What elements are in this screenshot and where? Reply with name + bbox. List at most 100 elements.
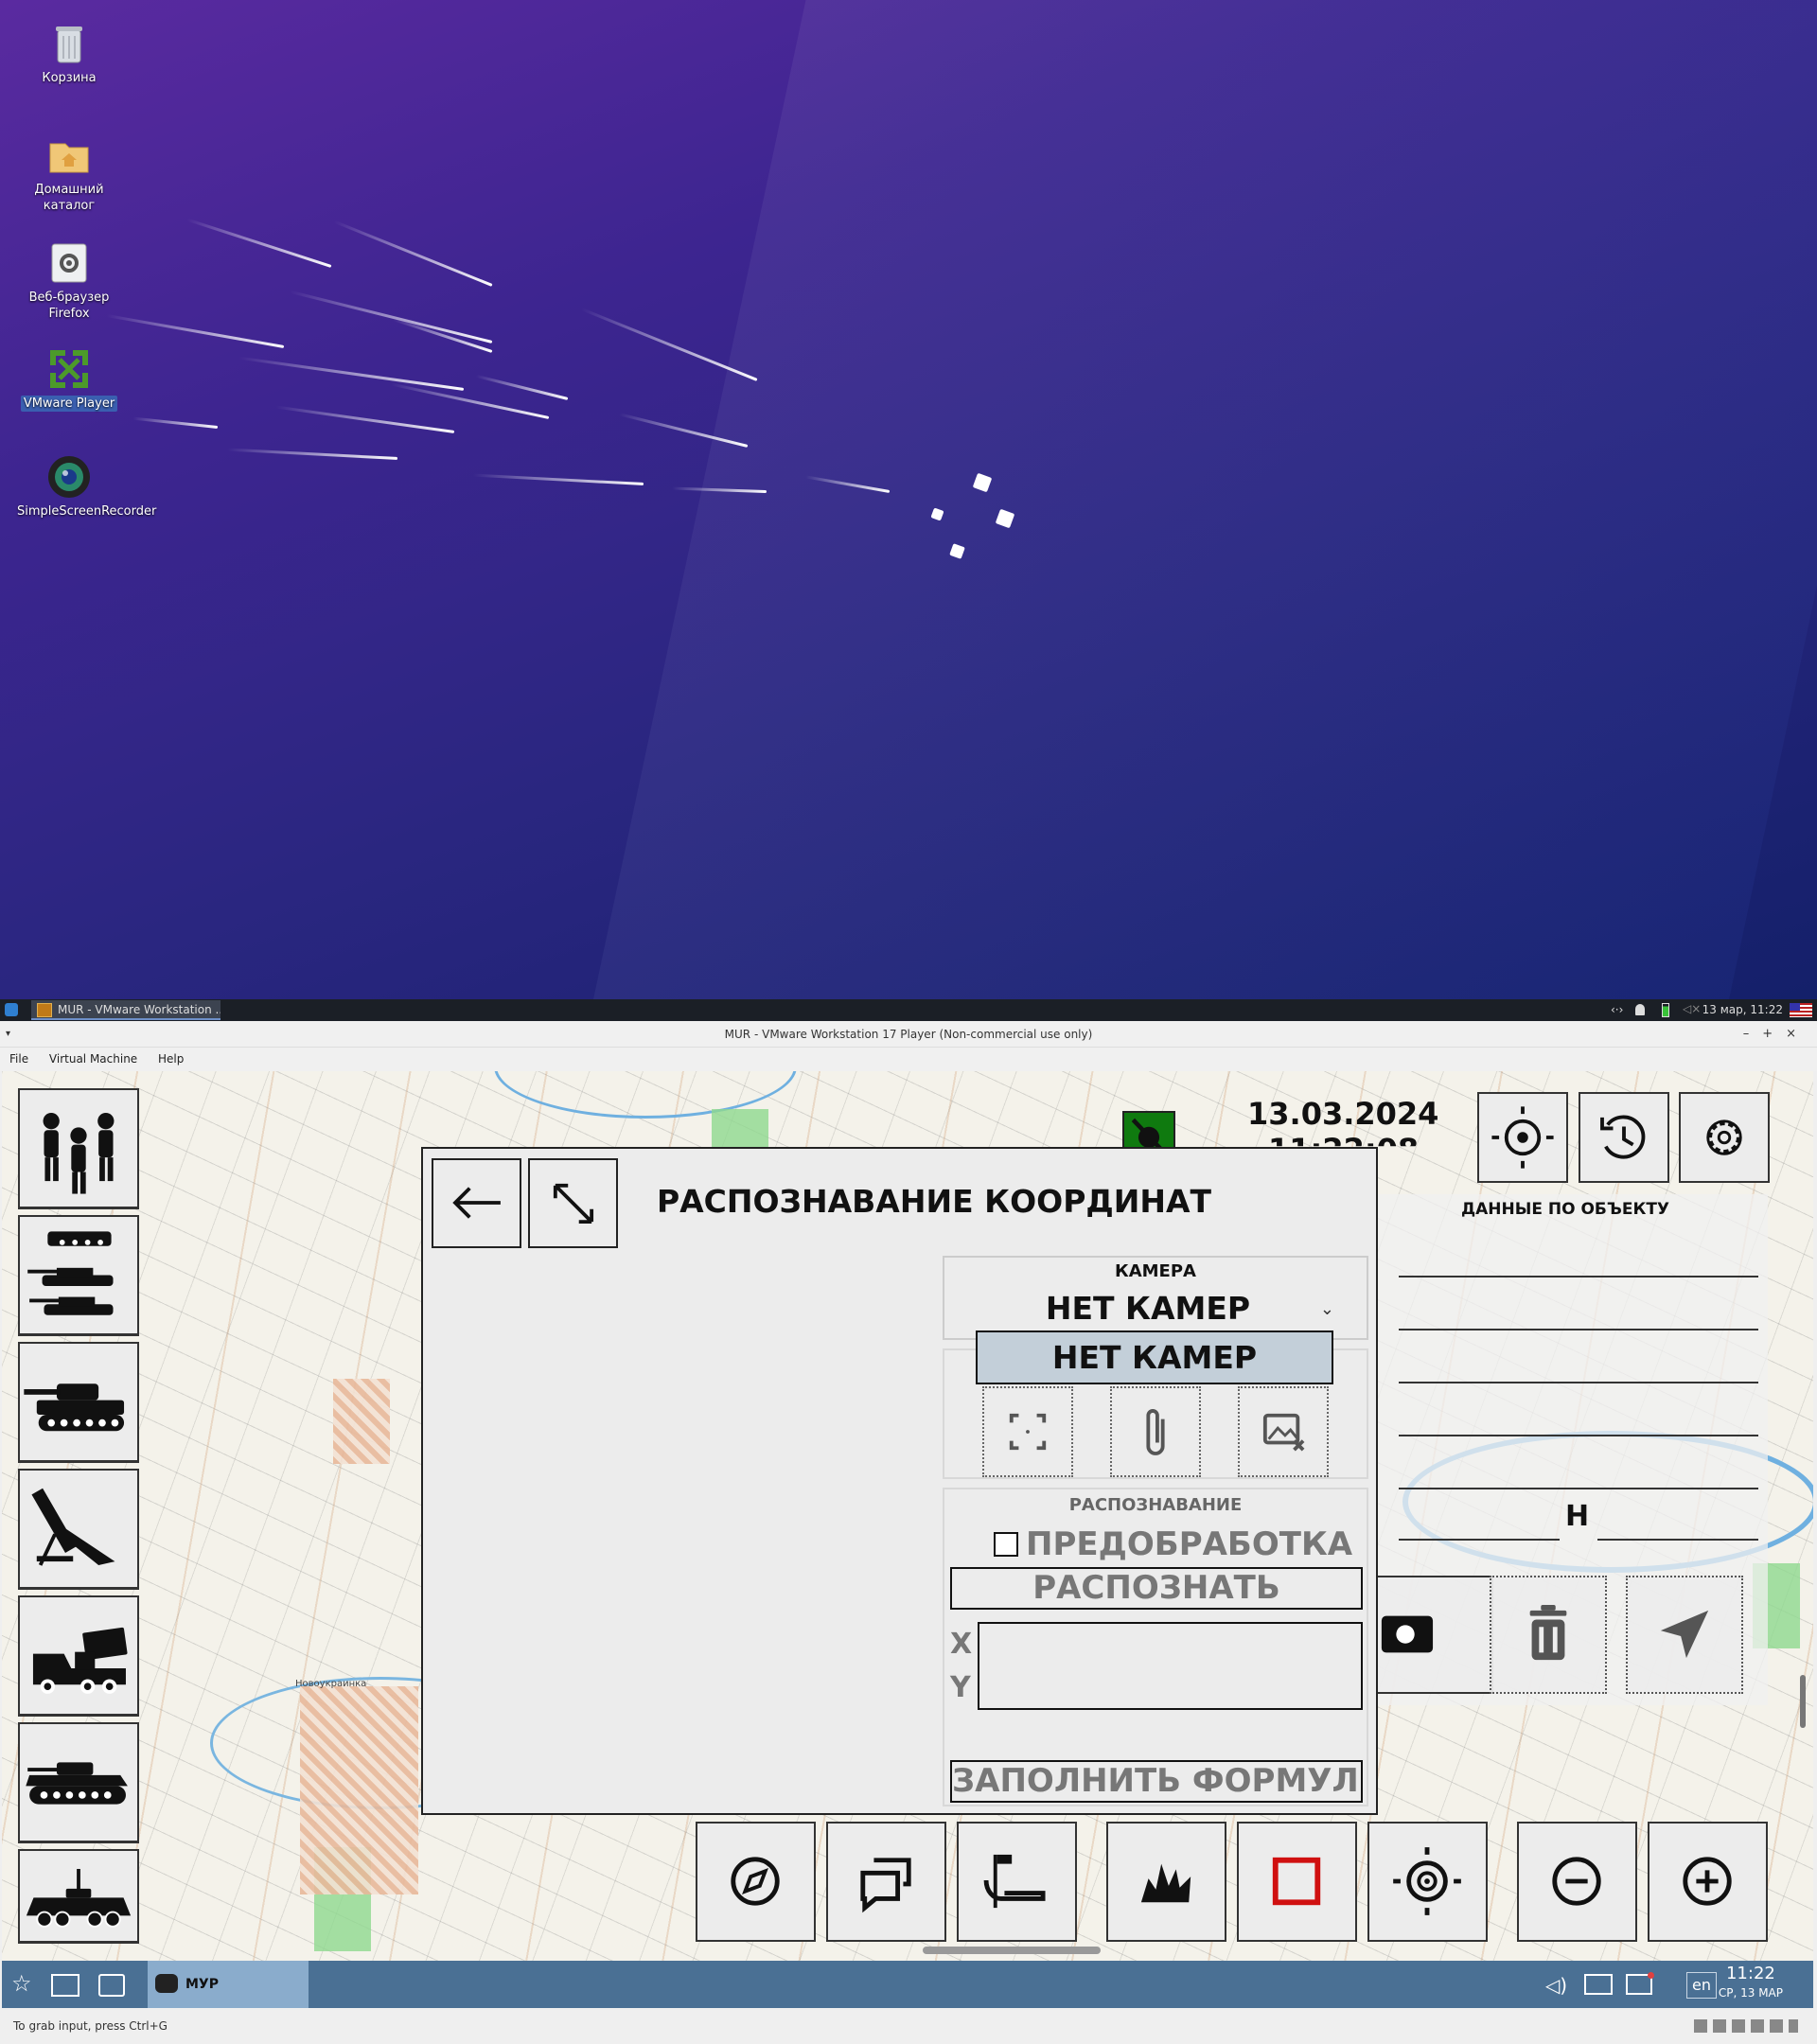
soldiers-icon: [43, 1113, 115, 1194]
recognize-button[interactable]: РАСПОЗНАТЬ: [950, 1567, 1363, 1610]
infantry-button[interactable]: [18, 1088, 139, 1209]
object-field-line[interactable]: [1399, 1539, 1560, 1541]
notifications-icon[interactable]: [1626, 1972, 1654, 1995]
desktop-icon-home[interactable]: Домашний каталог: [17, 132, 121, 214]
explosion-icon: [1140, 1863, 1191, 1903]
desktop-icon-screenrecorder[interactable]: SimpleScreenRecorder: [17, 454, 156, 520]
delete-button[interactable]: [1490, 1576, 1607, 1694]
tank-icon: [24, 1383, 125, 1432]
camera-selected-value: НЕТ КАМЕР: [1045, 1290, 1251, 1327]
object-field-line[interactable]: [1399, 1382, 1758, 1383]
network-icon[interactable]: ‹·›: [1611, 1003, 1623, 1016]
screenshot-icon[interactable]: [98, 1974, 125, 1997]
observation-post-button[interactable]: [957, 1822, 1077, 1942]
compass-button[interactable]: [696, 1822, 816, 1942]
wallpaper-streak: [186, 218, 332, 268]
wallpaper-streak: [106, 314, 285, 348]
history-button[interactable]: [1579, 1092, 1669, 1183]
zoom-in-icon: [1683, 1857, 1732, 1906]
desktop-icon-firefox[interactable]: Веб-браузер Firefox: [17, 240, 121, 322]
menu-virtual-machine[interactable]: Virtual Machine: [49, 1052, 137, 1066]
x-label: X: [950, 1628, 973, 1661]
desktop-icon-trash[interactable]: Корзина: [17, 21, 121, 86]
send-arrow-icon: [1660, 1610, 1709, 1659]
clear-image-button[interactable]: [1238, 1386, 1329, 1477]
preprocess-checkbox[interactable]: ПРЕДОБРАБОТКА: [994, 1525, 1352, 1563]
horizontal-scrollbar[interactable]: [923, 1947, 1101, 1954]
menu-file[interactable]: File: [9, 1052, 28, 1066]
back-button[interactable]: [432, 1158, 521, 1248]
messages-button[interactable]: [826, 1822, 946, 1942]
wallpaper-streak: [392, 318, 493, 353]
guest-clock[interactable]: 11:22 СР, 13 МАР: [1719, 1965, 1783, 2002]
object-field-line[interactable]: [1597, 1539, 1758, 1541]
vmware-icon: [37, 1003, 52, 1017]
taskbar-app-label: МУР: [185, 1977, 219, 1992]
tank-button[interactable]: [18, 1342, 139, 1463]
wallpaper-streak: [290, 290, 493, 344]
armored-group-button[interactable]: [18, 1215, 139, 1336]
zoom-out-button[interactable]: [1517, 1822, 1637, 1942]
camera-lens-icon: [46, 454, 92, 500]
windows-icon[interactable]: [51, 1974, 79, 1997]
guest-taskbar: ☆ МУР ◁) en 11:22 СР, 13 МАР: [2, 1961, 1813, 2008]
us-flag-icon[interactable]: [1790, 1003, 1812, 1017]
resize-button[interactable]: [528, 1158, 618, 1248]
mortar-icon: [31, 1488, 115, 1566]
vmware-menubar: File Virtual Machine Help: [0, 1048, 1817, 1071]
object-field-line[interactable]: [1399, 1329, 1758, 1330]
window-controls[interactable]: –+×: [1743, 1021, 1809, 1048]
history-icon: [1600, 1115, 1646, 1159]
trash-icon: [1529, 1605, 1567, 1661]
rocket-launcher-button[interactable]: [18, 1595, 139, 1717]
desktop-icon-vmware[interactable]: VMware Player: [17, 346, 121, 412]
fill-form-button[interactable]: ЗАПОЛНИТЬ ФОРМУЛЯР: [950, 1760, 1363, 1803]
checkbox[interactable]: [994, 1532, 1018, 1557]
chevron-down-icon: ⌄: [1319, 1299, 1334, 1319]
vertical-scrollbar[interactable]: [1800, 1675, 1806, 1728]
armored-column-icon: [27, 1231, 114, 1315]
target-button[interactable]: [1367, 1822, 1488, 1942]
vmware-titlebar[interactable]: ▾ MUR - VMware Workstation 17 Player (No…: [0, 1021, 1817, 1048]
attach-file-button[interactable]: [1110, 1386, 1201, 1477]
volume-icon[interactable]: ◁): [1545, 1974, 1567, 1997]
network-display-icon[interactable]: [1584, 1974, 1613, 1995]
object-panel-title: ДАННЫЕ ПО ОБЪЕКТУ: [1460, 1200, 1670, 1219]
taskbar-app-mur[interactable]: МУР: [148, 1961, 309, 2008]
settings-button[interactable]: [1679, 1092, 1770, 1183]
start-menu-icon[interactable]: [5, 1003, 18, 1016]
mortar-button[interactable]: [18, 1469, 139, 1590]
target-icon: [1393, 1847, 1461, 1915]
bell-icon[interactable]: [1635, 1004, 1645, 1015]
object-field-line[interactable]: [1399, 1488, 1758, 1489]
app-date: 13.03.2024: [1247, 1096, 1439, 1132]
keyboard-layout-indicator[interactable]: en: [1686, 1972, 1717, 1999]
zoom-in-button[interactable]: [1648, 1822, 1768, 1942]
home-folder-icon: [46, 132, 92, 178]
star-menu-icon[interactable]: ☆: [11, 1972, 32, 1995]
device-status-icons[interactable]: [1694, 2019, 1798, 2033]
volume-muted-icon[interactable]: ◁×: [1683, 1002, 1701, 1015]
camera-option-item[interactable]: НЕТ КАМЕР: [976, 1330, 1333, 1384]
coordinates-field[interactable]: [978, 1622, 1363, 1710]
taskbar-window-button[interactable]: MUR - VMware Workstation ...: [31, 1000, 221, 1020]
wallpaper-streak: [275, 405, 455, 433]
capture-area-button[interactable]: [982, 1386, 1073, 1477]
menu-help[interactable]: Help: [158, 1052, 184, 1066]
my-position-button[interactable]: [1477, 1092, 1568, 1183]
preprocess-label: ПРЕДОБРАБОТКА: [1026, 1525, 1353, 1563]
object-field-line[interactable]: [1399, 1276, 1758, 1278]
host-taskbar: MUR - VMware Workstation ... ‹·› ◁× 13 м…: [0, 999, 1817, 1021]
battery-icon[interactable]: [1662, 1003, 1669, 1017]
explosion-button[interactable]: [1106, 1822, 1226, 1942]
send-button[interactable]: [1626, 1576, 1743, 1694]
object-field-line[interactable]: [1399, 1435, 1758, 1436]
area-button[interactable]: [1237, 1822, 1357, 1942]
camera-select[interactable]: КАМЕРА НЕТ КАМЕР ⌄: [943, 1256, 1368, 1340]
apc-button[interactable]: [18, 1849, 139, 1944]
window-menu-icon[interactable]: ▾: [6, 1021, 10, 1048]
camera-button[interactable]: [1376, 1576, 1493, 1694]
host-clock[interactable]: 13 мар, 11:22: [1702, 1003, 1783, 1016]
bmp-button[interactable]: [18, 1722, 139, 1843]
trash-icon: [46, 21, 92, 66]
